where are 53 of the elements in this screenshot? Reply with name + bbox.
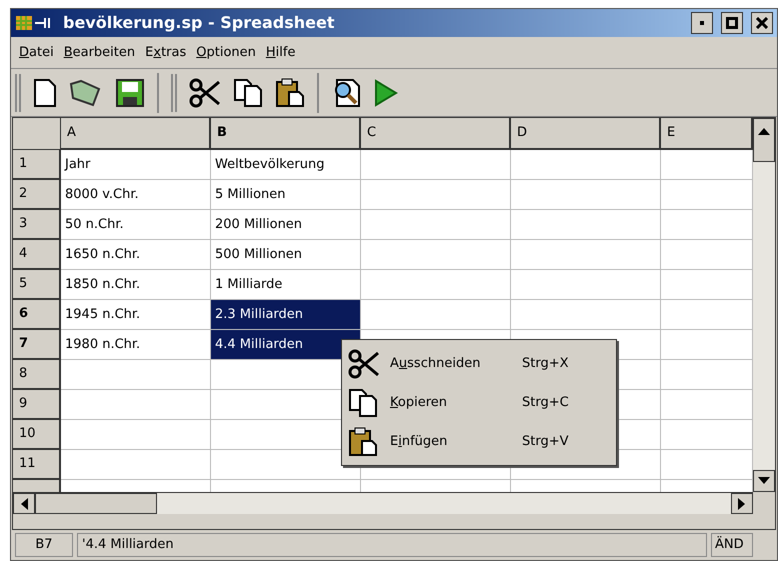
menu-item[interactable]: Bearbeiten [64, 42, 136, 62]
cell-content: '4.4 Milliarden [77, 533, 707, 557]
table-cell: 2.3 Milliarden [211, 300, 361, 330]
cell-reference: B7 [15, 533, 73, 557]
table-cell: 1850 n.Chr. [61, 270, 211, 300]
menu-item[interactable]: Kopieren Strg+C [342, 383, 616, 422]
scissors-icon[interactable] [189, 78, 221, 108]
play-icon[interactable] [373, 78, 399, 108]
minimize-button[interactable] [691, 12, 713, 34]
table-cell: 1980 n.Chr. [61, 330, 211, 360]
menu-item[interactable]: Einfügen Strg+V [342, 422, 616, 461]
table-cell: 1945 n.Chr. [61, 300, 211, 330]
horizontal-scrollbar[interactable] [13, 492, 753, 514]
shortcut: Strg+V [522, 432, 569, 451]
folder-icon[interactable] [69, 78, 103, 108]
copy-icon[interactable] [348, 388, 378, 418]
table-cell: 200 Millionen [211, 210, 361, 240]
table-cell: Weltbevölkerung [211, 150, 361, 180]
table-cell: 5 Millionen [211, 180, 361, 210]
table-cell: 4.4 Milliarden [211, 330, 361, 360]
table-cell: 50 n.Chr. [61, 210, 211, 240]
scissors-icon[interactable] [348, 348, 380, 378]
up-arrow-icon [758, 127, 770, 135]
menu-item[interactable]: Datei [19, 42, 54, 62]
menu-item[interactable]: Optionen [196, 42, 256, 62]
close-icon [756, 17, 768, 29]
clipboard-icon[interactable] [348, 426, 378, 456]
table-cell: 500 Millionen [211, 240, 361, 270]
edit-mode: ÄND [711, 533, 753, 557]
table-cell: Jahr [61, 150, 211, 180]
maximize-button[interactable] [721, 12, 743, 34]
menu-item[interactable]: Hilfe [266, 42, 296, 62]
table-cell: 1650 n.Chr. [61, 240, 211, 270]
new-document-icon[interactable] [33, 78, 57, 108]
corner-header[interactable] [13, 118, 61, 150]
close-button[interactable] [751, 12, 773, 34]
down-arrow-icon [758, 477, 770, 485]
copy-icon[interactable] [233, 78, 263, 108]
scrollbar-thumb[interactable] [35, 493, 157, 514]
table-cell: 1 Milliarde [211, 270, 361, 300]
menu-item-label: Ausschneiden [390, 356, 480, 371]
shortcut: Strg+C [522, 394, 569, 412]
table-cell: 8000 v.Chr. [61, 180, 211, 210]
window-title: bevölkerung.sp - Spreadsheet [63, 12, 334, 34]
menu-item[interactable]: Extras [145, 42, 186, 62]
vertical-scrollbar[interactable] [753, 118, 775, 492]
maximize-icon [726, 17, 738, 29]
left-arrow-icon [20, 498, 28, 510]
shortcut: Strg+X [522, 354, 569, 373]
menu-item-label: Kopieren [390, 394, 448, 410]
menu-item-label: Einfügen [390, 434, 448, 449]
clipboard-icon[interactable] [275, 78, 305, 108]
right-arrow-icon [738, 498, 746, 510]
